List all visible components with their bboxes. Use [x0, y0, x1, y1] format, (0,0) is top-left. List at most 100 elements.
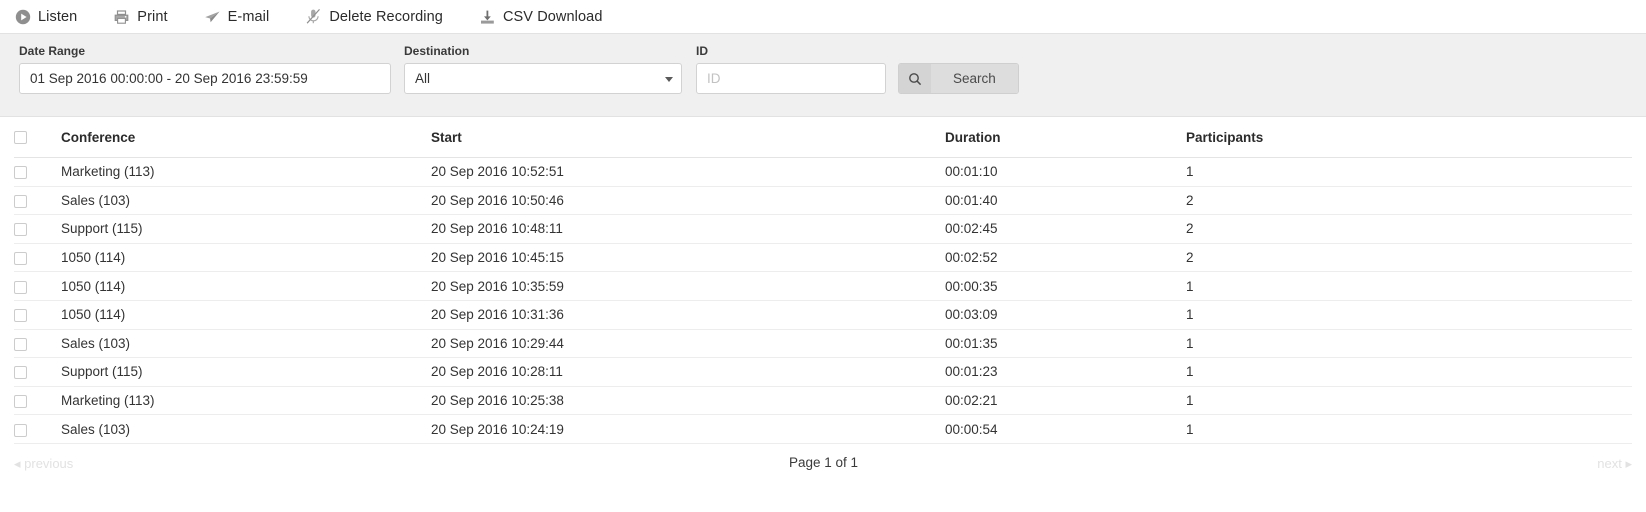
destination-selected-value: All — [415, 71, 431, 86]
cell-conference: Marketing (113) — [61, 157, 431, 187]
destination-field: Destination All — [404, 44, 682, 94]
next-page-button[interactable]: next ▸ — [1597, 456, 1632, 472]
csv-download-button[interactable]: CSV Download — [479, 8, 603, 25]
table-row[interactable]: 1050 (114) 20 Sep 2016 10:31:36 00:03:09… — [14, 300, 1632, 330]
cell-start: 20 Sep 2016 10:28:11 — [431, 357, 945, 387]
pagination: ◂ previous Page 1 of 1 next ▸ — [0, 448, 1646, 484]
row-checkbox[interactable] — [14, 366, 27, 380]
cell-duration: 00:03:09 — [945, 300, 1186, 330]
cell-participants: 2 — [1186, 243, 1632, 273]
cell-duration: 00:02:45 — [945, 214, 1186, 244]
email-label: E-mail — [227, 8, 270, 25]
row-select-cell — [14, 329, 61, 359]
row-select-cell — [14, 186, 61, 216]
listen-button[interactable]: Listen — [14, 8, 77, 25]
row-checkbox[interactable] — [14, 252, 27, 266]
column-header-participants[interactable]: Participants — [1186, 117, 1632, 158]
cell-participants: 1 — [1186, 357, 1632, 387]
filter-bar: Date Range Destination All ID Search — [0, 33, 1646, 117]
cell-participants: 1 — [1186, 300, 1632, 330]
cell-duration: 00:01:23 — [945, 357, 1186, 387]
cell-start: 20 Sep 2016 10:24:19 — [431, 414, 945, 444]
action-toolbar: Listen Print E-mail Delete Recording CSV… — [0, 0, 1646, 33]
table-row[interactable]: Support (115) 20 Sep 2016 10:28:11 00:01… — [14, 357, 1632, 387]
id-field: ID — [696, 44, 886, 94]
select-all-checkbox[interactable] — [14, 131, 27, 145]
column-header-start[interactable]: Start — [431, 117, 945, 158]
table-row[interactable]: Sales (103) 20 Sep 2016 10:24:19 00:00:5… — [14, 414, 1632, 444]
cell-participants: 1 — [1186, 414, 1632, 444]
row-checkbox[interactable] — [14, 194, 27, 208]
download-tray-icon — [479, 8, 496, 25]
previous-page-button[interactable]: ◂ previous — [14, 456, 73, 472]
delete-recording-label: Delete Recording — [329, 8, 443, 25]
cell-start: 20 Sep 2016 10:29:44 — [431, 329, 945, 359]
table-row[interactable]: Marketing (113) 20 Sep 2016 10:52:51 00:… — [14, 157, 1632, 187]
table-row[interactable]: Support (115) 20 Sep 2016 10:48:11 00:02… — [14, 214, 1632, 244]
table-row[interactable]: Sales (103) 20 Sep 2016 10:29:44 00:01:3… — [14, 329, 1632, 359]
cell-conference: Sales (103) — [61, 329, 431, 359]
print-label: Print — [137, 8, 168, 25]
cell-start: 20 Sep 2016 10:48:11 — [431, 214, 945, 244]
destination-label: Destination — [404, 44, 470, 58]
cell-duration: 00:00:54 — [945, 414, 1186, 444]
cell-conference: Sales (103) — [61, 186, 431, 216]
cell-duration: 00:01:40 — [945, 186, 1186, 216]
cell-start: 20 Sep 2016 10:31:36 — [431, 300, 945, 330]
row-checkbox[interactable] — [14, 337, 27, 351]
row-checkbox[interactable] — [14, 223, 27, 237]
cell-participants: 2 — [1186, 214, 1632, 244]
row-checkbox[interactable] — [14, 166, 27, 180]
email-button[interactable]: E-mail — [204, 8, 270, 25]
table-row[interactable]: 1050 (114) 20 Sep 2016 10:35:59 00:00:35… — [14, 271, 1632, 301]
cell-duration: 00:01:10 — [945, 157, 1186, 187]
row-select-cell — [14, 386, 61, 416]
cell-conference: 1050 (114) — [61, 300, 431, 330]
cell-participants: 1 — [1186, 271, 1632, 301]
search-button-wrap: Search — [898, 63, 1019, 94]
cell-start: 20 Sep 2016 10:35:59 — [431, 271, 945, 301]
row-checkbox[interactable] — [14, 394, 27, 408]
row-checkbox[interactable] — [14, 423, 27, 437]
date-range-field: Date Range — [19, 44, 391, 94]
cell-duration: 00:01:35 — [945, 329, 1186, 359]
column-header-duration[interactable]: Duration — [945, 117, 1186, 158]
row-select-cell — [14, 157, 61, 187]
cell-duration: 00:02:21 — [945, 386, 1186, 416]
search-button[interactable]: Search — [898, 63, 1019, 94]
date-range-label: Date Range — [19, 44, 86, 58]
destination-select[interactable]: All — [404, 63, 682, 94]
conference-table-area: Conference Start Duration Participants M… — [0, 117, 1646, 444]
cell-duration: 00:00:35 — [945, 271, 1186, 301]
microphone-muted-icon — [305, 8, 322, 25]
table-row[interactable]: 1050 (114) 20 Sep 2016 10:45:15 00:02:52… — [14, 243, 1632, 273]
cell-conference: Support (115) — [61, 214, 431, 244]
delete-recording-button[interactable]: Delete Recording — [305, 8, 443, 25]
table-row[interactable]: Sales (103) 20 Sep 2016 10:50:46 00:01:4… — [14, 186, 1632, 216]
row-select-cell — [14, 357, 61, 387]
cell-participants: 2 — [1186, 186, 1632, 216]
cell-conference: 1050 (114) — [61, 271, 431, 301]
column-header-conference[interactable]: Conference — [61, 117, 431, 158]
print-button[interactable]: Print — [113, 8, 168, 25]
cell-conference: Marketing (113) — [61, 386, 431, 416]
csv-download-label: CSV Download — [502, 8, 603, 25]
play-circle-icon — [14, 8, 31, 25]
cell-conference: Support (115) — [61, 357, 431, 387]
row-select-cell — [14, 300, 61, 330]
row-select-cell — [14, 414, 61, 444]
id-input[interactable] — [696, 63, 886, 94]
printer-icon — [113, 8, 130, 25]
select-all-cell — [14, 117, 61, 158]
row-checkbox[interactable] — [14, 309, 27, 323]
cell-start: 20 Sep 2016 10:52:51 — [431, 157, 945, 187]
cell-conference: Sales (103) — [61, 414, 431, 444]
cell-start: 20 Sep 2016 10:50:46 — [431, 186, 945, 216]
id-label: ID — [696, 44, 708, 58]
table-row[interactable]: Marketing (113) 20 Sep 2016 10:25:38 00:… — [14, 386, 1632, 416]
date-range-input[interactable] — [19, 63, 391, 94]
row-select-cell — [14, 243, 61, 273]
cell-start: 20 Sep 2016 10:25:38 — [431, 386, 945, 416]
row-checkbox[interactable] — [14, 280, 27, 294]
cell-conference: 1050 (114) — [61, 243, 431, 273]
